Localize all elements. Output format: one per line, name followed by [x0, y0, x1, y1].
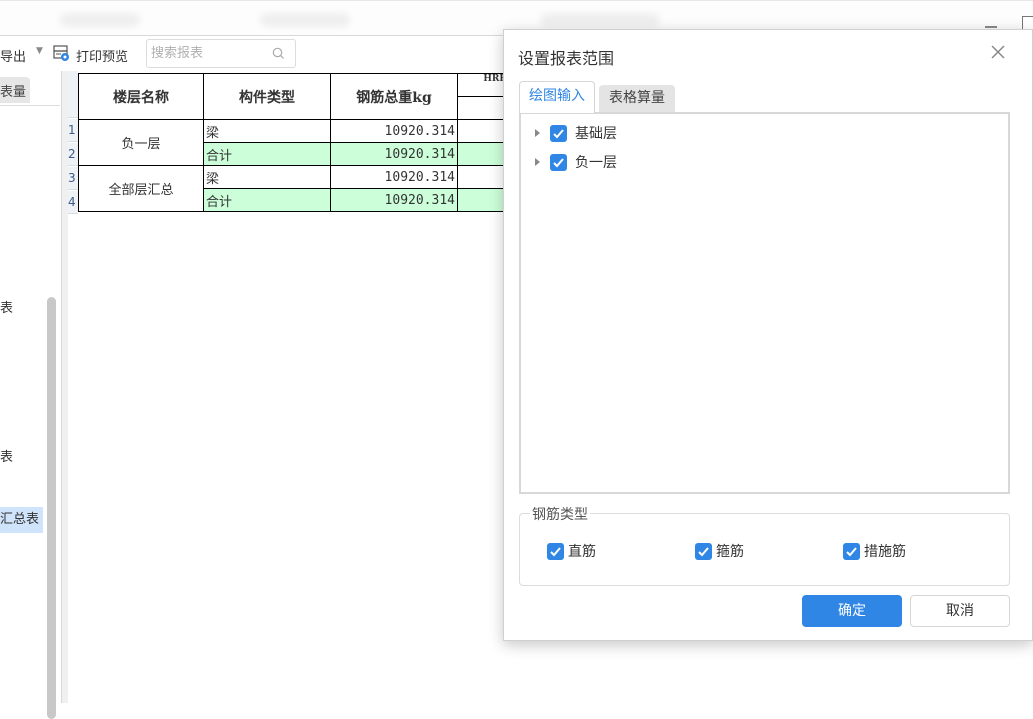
cell-component[interactable]: 梁	[203, 119, 331, 143]
tree-node-basement1[interactable]: 负一层	[535, 151, 617, 173]
export-dropdown-caret-icon[interactable]: ▼	[36, 46, 43, 56]
cell-floor[interactable]: 全部层汇总	[78, 165, 204, 212]
row-number[interactable]: 2	[68, 143, 78, 166]
dialog-title: 设置报表范围	[518, 49, 615, 68]
print-preview-icon[interactable]	[53, 45, 70, 62]
check-icon	[553, 157, 564, 167]
row-number[interactable]: 1	[68, 119, 78, 142]
tab-table-quantity[interactable]: 表量	[0, 77, 30, 103]
row-number[interactable]: 4	[68, 191, 78, 214]
blurred-title-segment	[60, 13, 140, 27]
tab-drawing-input[interactable]: 绘图输入	[519, 81, 595, 113]
cell-component[interactable]: 合计	[203, 188, 331, 212]
check-icon	[698, 546, 709, 556]
expand-arrow-icon[interactable]	[535, 129, 540, 137]
header-hrb-sub	[457, 96, 508, 120]
checkbox-checked[interactable]	[547, 542, 564, 560]
toolbar: 导出 ▼ 打印预览	[0, 37, 520, 71]
print-preview-button[interactable]: 打印预览	[76, 46, 128, 65]
cell-hrb[interactable]	[457, 119, 508, 143]
cell-hrb[interactable]	[457, 165, 508, 189]
cell-hrb[interactable]	[457, 142, 508, 166]
tab-table-calculation[interactable]: 表格算量	[599, 85, 675, 112]
cell-component[interactable]: 梁	[203, 165, 331, 189]
report-list-item[interactable]: 汇总表	[0, 508, 39, 527]
option-label: 箍筋	[716, 544, 744, 560]
report-search-input[interactable]	[147, 40, 257, 67]
export-button[interactable]: 导出	[0, 46, 26, 65]
report-list-item[interactable]: 表	[0, 446, 13, 465]
report-list: 表 表 汇总表	[0, 105, 60, 719]
check-icon	[550, 546, 561, 556]
report-sheet: 1 2 3 4 楼层名称 构件类型 钢筋总重kg HRB 负一层 梁 10920…	[68, 71, 508, 703]
cancel-button[interactable]: 取消	[910, 595, 1010, 627]
cell-weight[interactable]: 10920.314	[330, 165, 458, 189]
cell-weight[interactable]: 10920.314	[330, 142, 458, 166]
floor-tree: 基础层 负一层	[519, 112, 1010, 494]
check-icon	[553, 128, 564, 138]
report-list-scrollbar[interactable]	[47, 297, 56, 719]
option-label: 直筋	[568, 544, 596, 560]
header-hrb: HRB	[457, 73, 508, 97]
report-list-pane: 表量 表 表 汇总表	[0, 71, 62, 719]
close-icon[interactable]	[988, 42, 1008, 62]
row-number[interactable]: 3	[68, 167, 78, 190]
search-icon[interactable]	[272, 47, 285, 60]
report-search-box[interactable]	[146, 39, 296, 68]
rebar-type-group: 钢筋类型 直筋 箍筋 措施筋	[519, 504, 1010, 586]
tree-node-label: 负一层	[575, 155, 617, 171]
blurred-title-segment	[540, 13, 660, 27]
cell-floor[interactable]: 负一层	[78, 119, 204, 166]
tree-node-foundation[interactable]: 基础层	[535, 122, 617, 144]
checkbox-checked[interactable]	[843, 542, 860, 560]
row-header-corner	[68, 71, 78, 118]
cell-component[interactable]: 合计	[203, 142, 331, 166]
expand-arrow-icon[interactable]	[535, 158, 540, 166]
tree-node-label: 基础层	[575, 126, 617, 142]
header-component-type: 构件类型	[203, 73, 331, 120]
maximize-button[interactable]	[1022, 16, 1033, 30]
option-label: 措施筋	[864, 544, 906, 560]
confirm-button[interactable]: 确定	[802, 595, 902, 627]
option-stirrup[interactable]: 箍筋	[695, 541, 744, 561]
checkbox-checked[interactable]	[550, 153, 567, 171]
option-measure-rebar[interactable]: 措施筋	[843, 541, 906, 561]
option-straight-rebar[interactable]: 直筋	[547, 541, 596, 561]
header-floor-name: 楼层名称	[78, 73, 204, 120]
blurred-title-segment	[260, 13, 350, 27]
report-range-dialog: 设置报表范围 绘图输入 表格算量 基础层 负一层 钢筋类型 直筋 箍筋 措施筋 …	[503, 29, 1033, 641]
cell-hrb[interactable]	[457, 188, 508, 212]
cell-weight[interactable]: 10920.314	[330, 188, 458, 212]
checkbox-checked[interactable]	[550, 124, 567, 142]
rebar-summary-table: 楼层名称 构件类型 钢筋总重kg HRB 负一层 梁 10920.314 合计 …	[78, 73, 508, 212]
cell-weight[interactable]: 10920.314	[330, 119, 458, 143]
rebar-type-legend: 钢筋类型	[530, 504, 590, 524]
table-row: 全部层汇总 梁 10920.314	[78, 165, 508, 212]
minimize-button[interactable]	[985, 26, 997, 28]
check-icon	[846, 546, 857, 556]
table-row: 负一层 梁 10920.314	[78, 119, 508, 166]
report-list-item[interactable]: 表	[0, 297, 13, 316]
checkbox-checked[interactable]	[695, 542, 712, 560]
header-total-weight: 钢筋总重kg	[330, 73, 458, 120]
